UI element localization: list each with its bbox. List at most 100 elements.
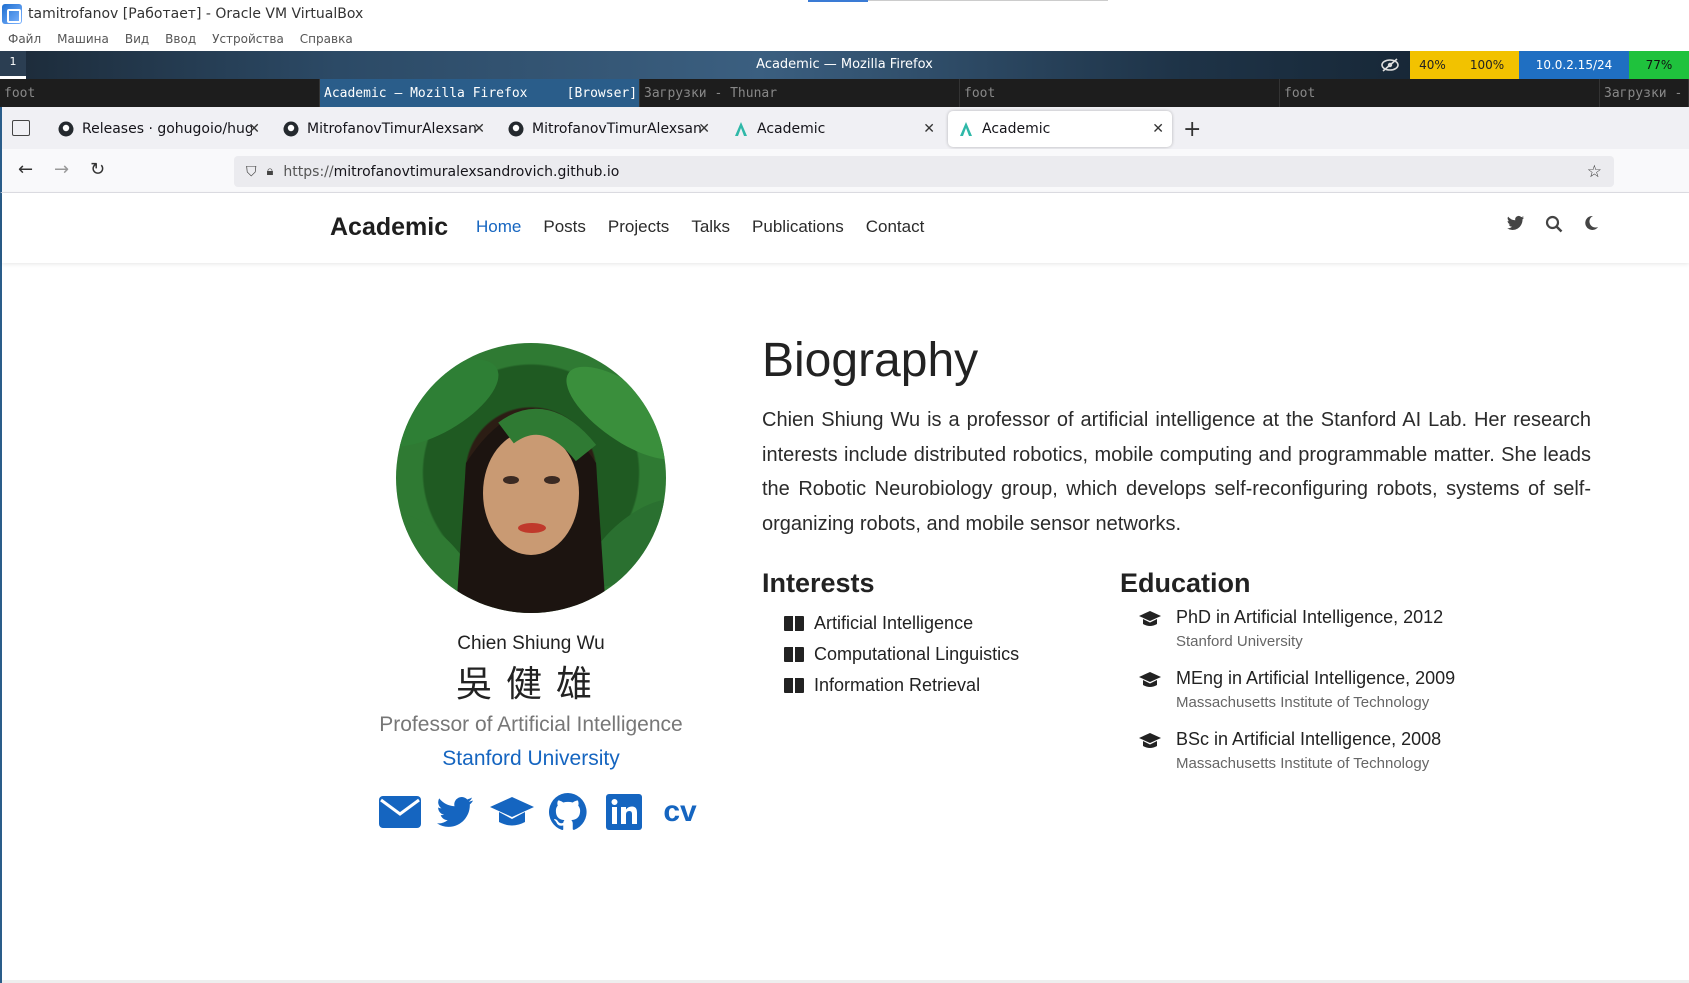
twitter-icon[interactable] bbox=[433, 791, 479, 833]
education-heading: Education bbox=[1120, 568, 1251, 598]
social-links: cv bbox=[377, 791, 703, 833]
close-tab-icon[interactable]: ✕ bbox=[248, 121, 260, 137]
tab-label: Academic bbox=[982, 121, 1051, 137]
education-list: PhD in Artificial Intelligence, 2012 Sta… bbox=[1138, 605, 1455, 788]
tab-label: Releases · gohugoio/hugo bbox=[82, 121, 252, 137]
list-item: BSc in Artificial Intelligence, 2008 Mas… bbox=[1138, 727, 1455, 788]
tile-tab[interactable]: foot bbox=[0, 79, 320, 107]
virtualbox-icon bbox=[2, 3, 22, 24]
browser-tab[interactable]: MitrofanovTimurAlexsand ✕ bbox=[498, 111, 718, 147]
profile-role: Professor of Artificial Intelligence bbox=[379, 713, 683, 736]
tab-label: MitrofanovTimurAlexsand bbox=[307, 121, 477, 137]
cpu-status: 40% bbox=[1410, 51, 1455, 79]
book-icon bbox=[784, 616, 804, 631]
sway-status-bar: 1 Academic — Mozilla Firefox 40% 100% 10… bbox=[0, 51, 1689, 79]
tiling-tab-bar: foot Academic — Mozilla Firefox [Browser… bbox=[0, 79, 1689, 107]
browser-tab-active[interactable]: Academic ✕ bbox=[948, 111, 1172, 147]
url-bar[interactable]: ⛉ 🔒︎ https://mitrofanovtimuralexsandrovi… bbox=[234, 156, 1614, 187]
site-navbar: Academic Home Posts Projects Talks Publi… bbox=[2, 193, 1689, 263]
vbox-menu-machine[interactable]: Машина bbox=[57, 32, 109, 46]
new-tab-button[interactable]: + bbox=[1183, 117, 1201, 142]
book-icon bbox=[784, 647, 804, 662]
close-tab-icon[interactable]: ✕ bbox=[923, 121, 935, 137]
envelope-icon[interactable] bbox=[377, 791, 423, 833]
bookmark-star-icon[interactable]: ☆ bbox=[1587, 162, 1602, 182]
vbox-menu-input[interactable]: Ввод bbox=[165, 32, 196, 46]
network-status: 10.0.2.15/24 bbox=[1519, 51, 1629, 79]
tile-tab-active[interactable]: Academic — Mozilla Firefox [Browser] bbox=[320, 79, 640, 107]
list-item: Artificial Intelligence bbox=[784, 608, 1019, 639]
back-arrow-icon[interactable]: ← bbox=[18, 159, 33, 180]
list-item: PhD in Artificial Intelligence, 2012 Sta… bbox=[1138, 605, 1455, 666]
nav-publications[interactable]: Publications bbox=[752, 217, 844, 237]
browser-tab[interactable]: Releases · gohugoio/hugo ✕ bbox=[48, 111, 268, 147]
reload-icon[interactable]: ↻ bbox=[90, 159, 105, 180]
biography-heading: Biography bbox=[762, 334, 979, 387]
browser-tab[interactable]: Academic ✕ bbox=[723, 111, 943, 147]
interest-label: Information Retrieval bbox=[814, 675, 981, 695]
academic-icon bbox=[958, 121, 974, 137]
interests-heading: Interests bbox=[762, 568, 875, 598]
nav-posts[interactable]: Posts bbox=[543, 217, 586, 237]
github-icon bbox=[508, 121, 524, 137]
status-blocks: 40% 100% 10.0.2.15/24 77% bbox=[1370, 51, 1689, 79]
list-item: Information Retrieval bbox=[784, 670, 1019, 701]
nav-contact[interactable]: Contact bbox=[866, 217, 925, 237]
search-icon[interactable] bbox=[1545, 215, 1563, 238]
url-host: mitrofanovtimuralexsandrovich.github.io bbox=[333, 163, 620, 180]
degree: MEng in Artificial Intelligence, 2009 bbox=[1176, 668, 1456, 688]
tile-tab[interactable]: foot bbox=[1280, 79, 1600, 107]
graduation-cap-icon bbox=[1139, 611, 1161, 626]
vbox-titlebar: tamitrofanov [Работает] - Oracle VM Virt… bbox=[0, 0, 1689, 27]
nav-talks[interactable]: Talks bbox=[691, 217, 730, 237]
degree: BSc in Artificial Intelligence, 2008 bbox=[1176, 729, 1442, 749]
profile-organization-link[interactable]: Stanford University bbox=[331, 747, 731, 771]
close-tab-icon[interactable]: ✕ bbox=[473, 121, 485, 137]
vbox-menu-file[interactable]: Файл bbox=[8, 32, 41, 46]
interests-list: Artificial Intelligence Computational Li… bbox=[784, 608, 1019, 701]
twitter-icon[interactable] bbox=[1507, 215, 1525, 238]
list-item: Computational Linguistics bbox=[784, 639, 1019, 670]
cv-link[interactable]: cv bbox=[657, 791, 703, 833]
profile-avatar bbox=[396, 343, 666, 613]
forward-arrow-icon[interactable]: → bbox=[54, 159, 69, 180]
tab-label: MitrofanovTimurAlexsand bbox=[532, 121, 702, 137]
nav-projects[interactable]: Projects bbox=[608, 217, 669, 237]
browser-navbar: ← → ↻ ⛉ 🔒︎ https://mitrofanovtimuralexsa… bbox=[0, 149, 1689, 193]
tab-label: Academic bbox=[757, 121, 826, 137]
institution: Massachusetts Institute of Technology bbox=[1176, 755, 1430, 772]
profile-name-chinese: 吳健雄 bbox=[455, 663, 606, 704]
interest-label: Computational Linguistics bbox=[814, 644, 1020, 664]
vbox-menu-devices[interactable]: Устройства bbox=[212, 32, 284, 46]
github-icon[interactable] bbox=[545, 791, 591, 833]
github-icon bbox=[283, 121, 299, 137]
close-tab-icon[interactable]: ✕ bbox=[698, 121, 710, 137]
tile-tab[interactable]: Загрузки - bbox=[1600, 79, 1689, 107]
institution: Massachusetts Institute of Technology bbox=[1176, 694, 1430, 711]
vbox-menu-help[interactable]: Справка bbox=[300, 32, 353, 46]
tile-tab[interactable]: foot bbox=[960, 79, 1280, 107]
shield-icon[interactable]: ⛉ bbox=[246, 164, 257, 180]
site-nav-icons bbox=[1507, 215, 1599, 238]
biography-text: Chien Shiung Wu is a professor of artifi… bbox=[762, 409, 1591, 535]
degree: PhD in Artificial Intelligence, 2012 bbox=[1176, 607, 1444, 627]
linkedin-icon[interactable] bbox=[601, 791, 647, 833]
tile-tab[interactable]: Загрузки - Thunar bbox=[640, 79, 960, 107]
web-page: Academic Home Posts Projects Talks Publi… bbox=[0, 193, 1689, 983]
interest-label: Artificial Intelligence bbox=[814, 613, 974, 633]
moon-icon[interactable] bbox=[1583, 215, 1599, 238]
nav-home[interactable]: Home bbox=[476, 217, 521, 237]
close-tab-icon[interactable]: ✕ bbox=[1152, 121, 1164, 137]
list-all-tabs-icon[interactable] bbox=[12, 120, 30, 136]
volume-status: 100% bbox=[1455, 51, 1519, 79]
site-brand[interactable]: Academic bbox=[330, 213, 448, 242]
github-icon bbox=[58, 121, 74, 137]
browser-tab[interactable]: MitrofanovTimurAlexsand ✕ bbox=[273, 111, 493, 147]
lock-icon[interactable]: 🔒︎ bbox=[267, 164, 274, 179]
academic-icon bbox=[733, 121, 749, 137]
institution: Stanford University bbox=[1176, 633, 1303, 650]
vbox-menu-view[interactable]: Вид bbox=[125, 32, 149, 46]
url-text[interactable]: https://mitrofanovtimuralexsandrovich.gi… bbox=[283, 164, 619, 180]
graduation-cap-icon[interactable] bbox=[489, 791, 535, 833]
eye-off-icon bbox=[1370, 51, 1410, 79]
